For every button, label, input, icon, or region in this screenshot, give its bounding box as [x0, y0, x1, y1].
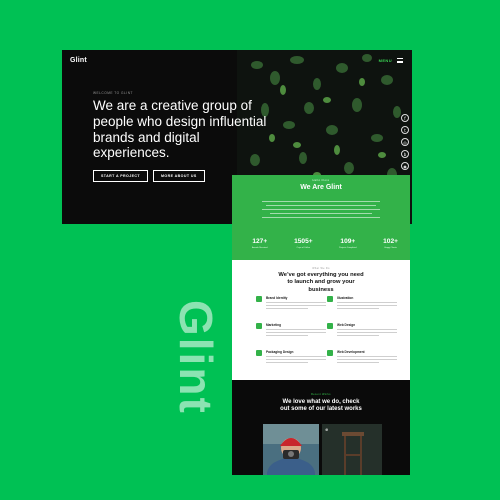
about-section: Hello there We Are Glint 127+ Awards Rec…: [232, 175, 410, 260]
plus-icon[interactable]: ⊕: [325, 427, 328, 432]
work-photo-camera-girl[interactable]: [263, 424, 319, 475]
service-web-development: Web Development: [327, 350, 397, 365]
page-preview: Hello there We Are Glint 127+ Awards Rec…: [232, 175, 410, 475]
stat-projects: 109+ Projects Completed: [339, 238, 357, 249]
menu-label: MENU: [378, 58, 392, 63]
hero-kicker: WELCOME TO GLINT: [93, 91, 133, 95]
hero-headline: We are a creative group of people who de…: [93, 98, 267, 161]
service-web-design: Web Design: [327, 323, 397, 338]
social-links: f t ◎ b ◉: [401, 114, 409, 170]
menu-toggle[interactable]: MENU: [379, 58, 403, 63]
megaphone-icon: [256, 323, 262, 329]
work-photo-stool[interactable]: [322, 424, 382, 475]
works-heading: We love what we do, check out some of ou…: [280, 399, 362, 413]
stat-coffee: 1505+ Cups of Coffee: [294, 238, 313, 249]
quote-icon: [327, 296, 333, 302]
start-project-button[interactable]: START A PROJECT: [93, 170, 149, 182]
brand-wordmark: Glint: [170, 300, 222, 415]
service-illustration: Illustration: [327, 296, 397, 311]
instagram-icon[interactable]: ◎: [401, 138, 409, 146]
hero-buttons: START A PROJECT MORE ABOUT US: [93, 170, 205, 182]
about-text-placeholder: [262, 201, 380, 221]
works-kicker: Recent Works: [311, 393, 331, 396]
services-section: What We Do We’ve got everything you need…: [232, 260, 410, 380]
about-kicker: Hello there: [312, 179, 330, 182]
stat-awards: 127+ Awards Received: [252, 238, 268, 249]
services-heading: We’ve got everything you need to launch …: [278, 272, 364, 293]
logo[interactable]: Glint: [70, 57, 87, 64]
dribbble-icon[interactable]: ◉: [401, 162, 409, 170]
service-marketing: Marketing: [256, 323, 326, 338]
brush-icon: [256, 296, 262, 302]
services-kicker: What We Do: [312, 267, 330, 270]
monitor-icon: [327, 323, 333, 329]
stats-row: 127+ Awards Received 1505+ Cups of Coffe…: [252, 238, 398, 249]
twitter-icon[interactable]: t: [401, 126, 409, 134]
service-brand-identity: Brand Identity: [256, 296, 326, 311]
facebook-icon[interactable]: f: [401, 114, 409, 122]
hamburger-icon: [397, 58, 403, 63]
more-about-button[interactable]: MORE ABOUT US: [153, 170, 205, 182]
behance-icon[interactable]: b: [401, 150, 409, 158]
about-title: We Are Glint: [300, 184, 342, 191]
works-section: Recent Works We love what we do, check o…: [232, 380, 410, 475]
service-packaging-design: Packaging Design: [256, 350, 326, 365]
stat-clients: 102+ Happy Clients: [383, 238, 398, 249]
code-icon: [327, 350, 333, 356]
package-icon: [256, 350, 262, 356]
